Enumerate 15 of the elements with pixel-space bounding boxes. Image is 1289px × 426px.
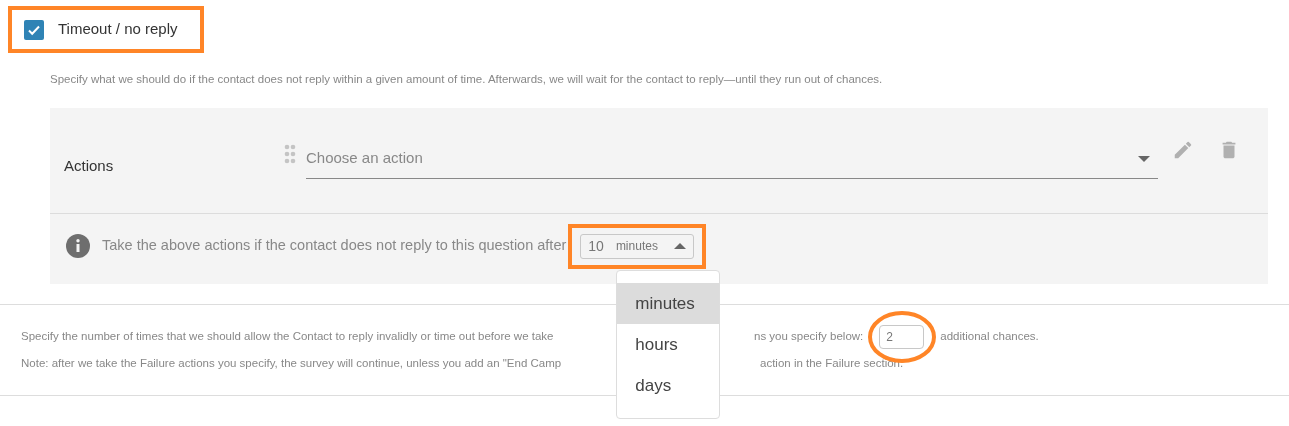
info-icon: [66, 234, 90, 259]
time-unit-select[interactable]: 10 minutes: [580, 233, 695, 259]
checkbox-label: Timeout / no reply: [58, 19, 178, 40]
caret-icon: [674, 243, 687, 250]
chances-text: ns you specify below:: [754, 329, 864, 345]
actions-label: Actions: [64, 155, 115, 176]
checkbox[interactable]: [24, 19, 44, 40]
note-text: Note: after we take the Failure actions you specify, the survey will continue, unless you add an "End Camp: [21, 356, 563, 372]
timeout-text: Take the above actions if the contact does not reply to this question after: [102, 236, 567, 256]
caret-icon: [1138, 156, 1150, 163]
description-text: Specify what we should do if the contact does not reply within a given amount of time. Afterwards, we will wait for the contact to reply—until they run out of chances.: [50, 72, 884, 87]
menu-item[interactable]: minutes: [617, 282, 720, 324]
drag-handle-icon[interactable]: [284, 143, 296, 164]
chances-text: additional chances.: [940, 329, 1039, 345]
chances-input[interactable]: 2: [879, 324, 925, 349]
